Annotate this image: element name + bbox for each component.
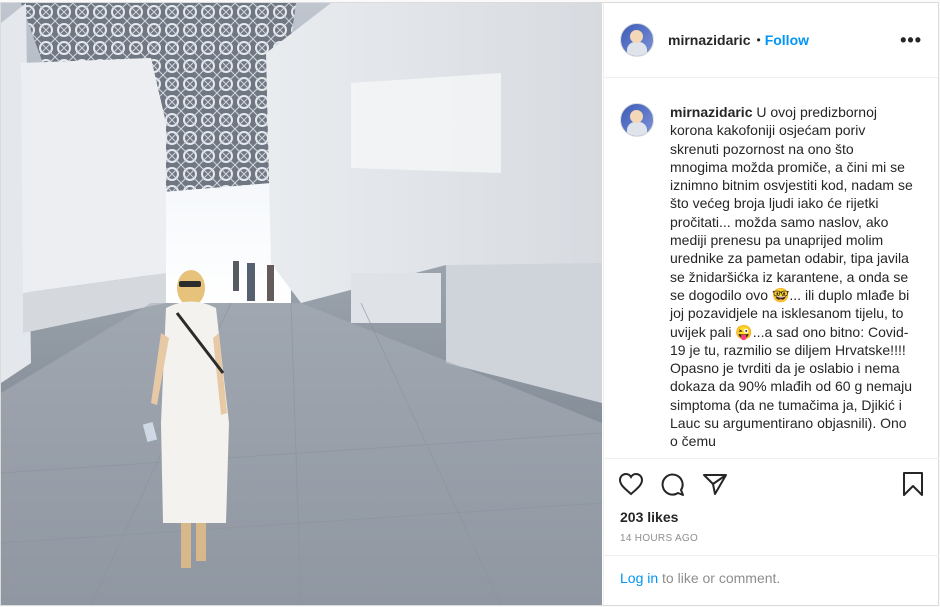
action-icons	[604, 459, 939, 499]
likes-count[interactable]: 203 likes	[604, 499, 939, 525]
caption-username[interactable]: mirnazidaric	[670, 104, 752, 120]
actions-section: 203 likes 14 HOURS AGO Log in to like or…	[604, 458, 939, 606]
avatar[interactable]	[620, 23, 654, 57]
login-link[interactable]: Log in	[620, 570, 658, 586]
username-link[interactable]: mirnazidaric	[668, 32, 750, 48]
post-container: mirnazidaric • Follow ••• mirnazidaric U…	[0, 2, 939, 606]
post-timestamp[interactable]: 14 HOURS AGO	[604, 525, 939, 544]
more-options-icon[interactable]: •••	[900, 30, 922, 51]
post-header: mirnazidaric • Follow •••	[604, 3, 938, 78]
comment-icon[interactable]	[660, 472, 686, 496]
login-prompt: Log in to like or comment.	[604, 555, 939, 606]
caption-avatar[interactable]	[620, 103, 654, 137]
photo-illustration	[1, 3, 602, 605]
bookmark-icon[interactable]	[901, 471, 925, 497]
post-photo[interactable]	[1, 3, 602, 605]
caption-body: U ovoj predizbornoj korona kakofoniji os…	[670, 104, 913, 450]
post-sidebar: mirnazidaric • Follow ••• mirnazidaric U…	[603, 3, 939, 606]
caption-text: mirnazidaric U ovoj predizbornoj korona …	[670, 103, 915, 455]
heart-icon[interactable]	[618, 472, 644, 496]
follow-button[interactable]: Follow	[765, 32, 809, 48]
login-text: to like or comment.	[658, 570, 781, 586]
separator-dot: •	[756, 33, 761, 47]
share-icon[interactable]	[702, 472, 728, 496]
caption: mirnazidaric U ovoj predizbornoj korona …	[620, 103, 928, 455]
